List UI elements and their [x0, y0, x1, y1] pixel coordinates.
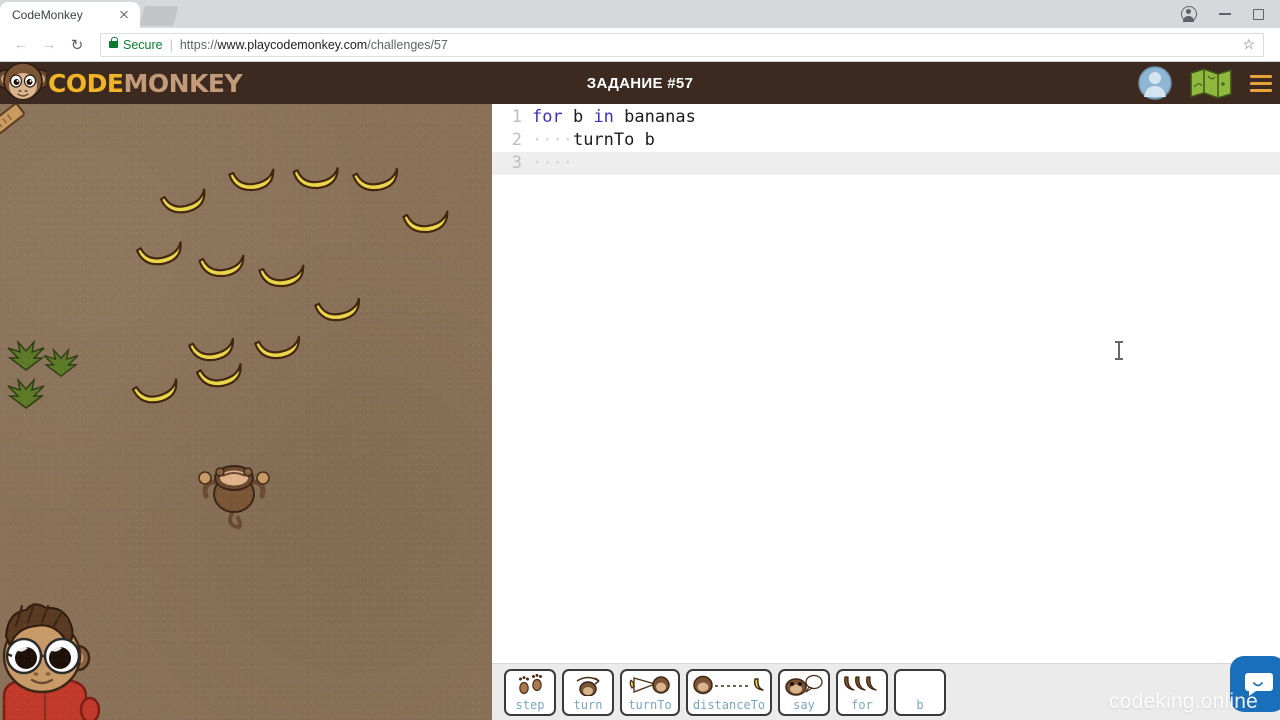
banana-sprite	[314, 297, 360, 322]
url-text: https://www.playcodemonkey.com/challenge…	[180, 38, 448, 52]
maximize-icon[interactable]	[1253, 8, 1264, 20]
url-domain: www.playcodemonkey.com	[217, 37, 368, 52]
code-token-var: b	[562, 107, 594, 127]
hamburger-menu-icon[interactable]	[1250, 74, 1272, 92]
banana-sprite	[258, 264, 305, 288]
three-bananas-icon	[842, 674, 882, 697]
back-arrow-icon[interactable]: ←	[8, 32, 34, 58]
banana-sprite	[292, 167, 339, 190]
lock-icon	[109, 37, 118, 48]
command-label: for	[851, 697, 873, 712]
security-label: Secure	[123, 37, 163, 52]
bush-sprite	[7, 378, 45, 409]
banana-sprite	[198, 254, 245, 278]
indent-guide: ····	[532, 130, 573, 150]
banana-sprite	[228, 168, 275, 192]
code-line-3-text: ····	[532, 152, 1280, 175]
reload-icon[interactable]: ↻	[64, 32, 90, 58]
command-card-turnto[interactable]: turnTo	[620, 668, 680, 716]
profile-icon[interactable]	[1181, 6, 1197, 22]
monkey-logo-icon	[0, 62, 46, 100]
bush-sprite	[43, 348, 79, 378]
line-number: 3	[511, 153, 522, 173]
browser-window: CodeMonkey ← → ↻ Secure | https://www.pl…	[0, 0, 1280, 720]
command-label: say	[793, 697, 815, 712]
map-icon[interactable]	[1190, 67, 1232, 99]
page-title: ЗАДАНИЕ #57	[586, 74, 694, 92]
avatar-icon[interactable]	[1138, 66, 1172, 100]
command-label: turnTo	[628, 697, 672, 712]
code-line-2[interactable]: 2 ····turnTo b	[492, 129, 1280, 152]
star-icon[interactable]: ☆	[1242, 36, 1255, 53]
monkey-speech-bubble-icon	[784, 674, 824, 697]
monkey-turn-icon	[572, 674, 604, 697]
logo-text: CODEMONKEY	[48, 68, 243, 98]
code-token-turnto: turnTo b	[572, 130, 655, 150]
command-label: distanceTo	[692, 697, 766, 712]
url-path: /challenges/57	[367, 37, 448, 52]
logo-text-monkey: MONKEY	[123, 68, 243, 98]
code-line-2-text: ····turnTo b	[532, 129, 1280, 152]
command-card-b[interactable]: b	[894, 668, 946, 716]
banana-sprite	[135, 241, 182, 266]
command-card-step[interactable]: step	[504, 668, 556, 716]
watermark-text: codeking.online	[1109, 690, 1258, 713]
footprints-icon	[515, 674, 545, 697]
banana-sprite	[402, 210, 449, 234]
header-actions	[1138, 66, 1272, 100]
command-label: step	[515, 697, 545, 712]
command-card-say[interactable]: say	[778, 668, 830, 716]
tab-strip: CodeMonkey	[0, 0, 1280, 28]
code-editor-pane[interactable]: 1 for b in bananas 2 ····turnTo b 3 ····	[492, 104, 1280, 720]
command-card-turn[interactable]: turn	[562, 668, 614, 716]
banana-sprite	[131, 378, 178, 404]
close-icon[interactable]	[116, 7, 132, 23]
new-tab-button[interactable]	[139, 6, 179, 26]
command-label: b	[916, 697, 924, 712]
game-stage[interactable]	[0, 104, 492, 720]
window-controls	[1181, 0, 1274, 28]
app-header: CODEMONKEY ЗАДАНИЕ #57	[0, 62, 1280, 104]
monkey-player	[198, 465, 270, 529]
command-card-for[interactable]: for	[836, 668, 888, 716]
app-logo[interactable]: CODEMONKEY	[0, 62, 243, 104]
indent-guide: ····	[532, 153, 573, 173]
monkey-turn-to-banana-icon	[627, 674, 673, 697]
wooden-sign	[0, 104, 25, 135]
banana-sprite	[159, 188, 206, 214]
text-cursor-icon	[1115, 341, 1123, 360]
keyword-for: for	[532, 107, 563, 127]
code-area[interactable]: 1 for b in bananas 2 ····turnTo b 3 ····	[492, 104, 1280, 175]
tab-title: CodeMonkey	[12, 8, 83, 22]
mascot-monkey-character	[2, 602, 101, 720]
address-bar[interactable]: Secure | https://www.playcodemonkey.com/…	[100, 32, 1264, 57]
code-line-1-text: for b in bananas	[532, 106, 1280, 129]
command-label: turn	[573, 697, 603, 712]
keyword-in: in	[593, 107, 614, 127]
code-line-1[interactable]: 1 for b in bananas	[492, 106, 1280, 129]
logo-text-code: CODE	[48, 68, 124, 98]
code-token-bananas: bananas	[613, 107, 696, 127]
browser-toolbar: ← → ↻ Secure | https://www.playcodemonke…	[0, 28, 1280, 62]
command-card-distanceto[interactable]: distanceTo	[686, 668, 772, 716]
url-scheme: https://	[179, 37, 218, 52]
banana-sprite	[254, 335, 300, 360]
banana-sprite	[352, 167, 398, 192]
monkey-distance-to-banana-icon	[691, 674, 767, 697]
line-number: 1	[511, 107, 522, 127]
line-number: 2	[511, 130, 522, 150]
minimize-icon[interactable]	[1219, 13, 1231, 15]
omnibox-separator: |	[169, 37, 173, 52]
browser-tab[interactable]: CodeMonkey	[0, 2, 140, 28]
code-line-3[interactable]: 3 ····	[492, 152, 1280, 175]
forward-arrow-icon[interactable]: →	[36, 32, 62, 58]
